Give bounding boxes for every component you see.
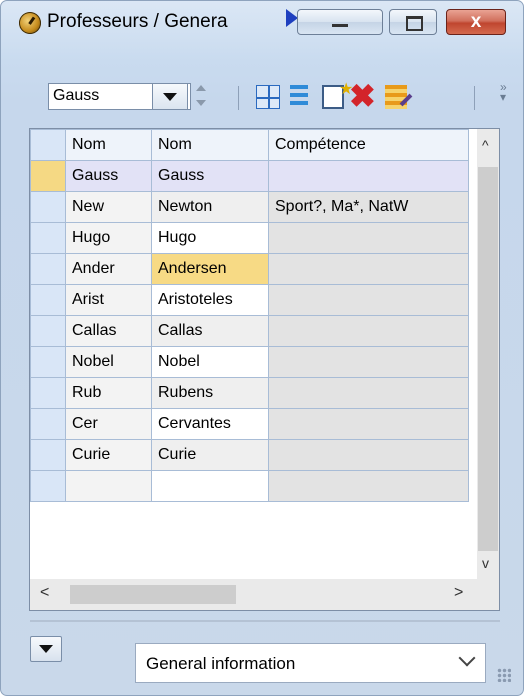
table-cell[interactable]: Nobel: [151, 346, 269, 378]
view-select[interactable]: General information: [135, 643, 486, 683]
spinner-icon[interactable]: [196, 83, 206, 111]
delete-icon[interactable]: ✖: [349, 78, 377, 114]
table-row[interactable]: Nobel Nobel: [30, 346, 469, 378]
close-icon: x: [470, 11, 482, 32]
row-header[interactable]: [30, 191, 66, 223]
table-cell[interactable]: Cer: [65, 408, 152, 440]
table-cell[interactable]: Aristoteles: [151, 284, 269, 316]
data-table: Nom Nom Compétence Gauss Gauss New Newton Sp…: [30, 129, 469, 502]
table-cell[interactable]: Sport?, Ma*, NatW: [268, 191, 469, 223]
table-cell[interactable]: Callas: [151, 315, 269, 347]
row-header[interactable]: [30, 346, 66, 378]
row-header[interactable]: [30, 470, 66, 502]
corner-cell[interactable]: [30, 129, 66, 161]
scroll-corner: [477, 579, 499, 610]
table-cell[interactable]: Nobel: [65, 346, 152, 378]
table-cell[interactable]: Curie: [151, 439, 269, 471]
row-header[interactable]: [30, 315, 66, 347]
spinner-down-icon[interactable]: [196, 100, 206, 106]
table-cell[interactable]: Rubens: [151, 377, 269, 409]
data-grid[interactable]: Nom Nom Compétence Gauss Gauss New Newton Sp…: [29, 128, 500, 611]
table-cell[interactable]: [268, 377, 469, 409]
row-header[interactable]: [30, 160, 66, 192]
table-cell[interactable]: Callas: [65, 315, 152, 347]
table-cell[interactable]: Ander: [65, 253, 152, 285]
spinner-up-icon[interactable]: [196, 85, 206, 91]
scroll-down-icon[interactable]: v: [482, 555, 489, 571]
list-icon[interactable]: [290, 85, 308, 109]
table-cell[interactable]: [268, 284, 469, 316]
table-cell[interactable]: Gauss: [65, 160, 152, 192]
table-cell[interactable]: [268, 470, 469, 502]
row-header[interactable]: [30, 377, 66, 409]
table-cell[interactable]: Hugo: [151, 222, 269, 254]
scroll-left-icon[interactable]: <: [40, 584, 49, 602]
vertical-scrollbar[interactable]: ^ v: [477, 129, 499, 579]
menu-dropdown-button[interactable]: [30, 636, 62, 662]
clock-icon: [19, 12, 41, 34]
row-header[interactable]: [30, 253, 66, 285]
table-cell[interactable]: [268, 253, 469, 285]
table-header-row: Nom Nom Compétence: [30, 129, 469, 161]
table-cell[interactable]: [268, 439, 469, 471]
edit-icon[interactable]: [385, 85, 407, 109]
row-header[interactable]: [30, 284, 66, 316]
table-cell[interactable]: [151, 470, 269, 502]
chevron-down-icon: [458, 649, 476, 667]
table-cell[interactable]: [268, 315, 469, 347]
table-row[interactable]: Callas Callas: [30, 315, 469, 347]
table-row[interactable]: Gauss Gauss: [30, 160, 469, 192]
table-cell[interactable]: [65, 470, 152, 502]
table-cell[interactable]: Gauss: [151, 160, 269, 192]
more-icon[interactable]: » ▾: [500, 81, 507, 103]
row-header[interactable]: [30, 439, 66, 471]
scroll-up-icon[interactable]: ^: [482, 137, 489, 153]
divider: [30, 620, 500, 622]
table-row[interactable]: [30, 470, 469, 502]
vertical-scroll-thumb[interactable]: [478, 167, 498, 551]
column-header[interactable]: Nom: [151, 129, 269, 161]
horizontal-scroll-thumb[interactable]: [70, 585, 236, 604]
table-row[interactable]: Arist Aristoteles: [30, 284, 469, 316]
horizontal-scrollbar[interactable]: < >: [30, 579, 477, 610]
view-select-value: General information: [146, 654, 296, 673]
combo-dropdown-button[interactable]: [152, 83, 188, 110]
table-cell[interactable]: Cervantes: [151, 408, 269, 440]
column-header[interactable]: Compétence: [268, 129, 469, 161]
table-row[interactable]: New Newton Sport?, Ma*, NatW: [30, 191, 469, 223]
close-button[interactable]: x: [446, 9, 506, 35]
table-row[interactable]: Rub Rubens: [30, 377, 469, 409]
table-cell[interactable]: [268, 222, 469, 254]
table-cell[interactable]: Rub: [65, 377, 152, 409]
table-cell[interactable]: Newton: [151, 191, 269, 223]
table-cell[interactable]: [268, 408, 469, 440]
title-bar[interactable]: Professeurs / Genera x: [1, 1, 523, 45]
resize-grip-icon[interactable]: [497, 668, 511, 682]
table-cell[interactable]: Arist: [65, 284, 152, 316]
table-row[interactable]: Curie Curie: [30, 439, 469, 471]
scroll-right-icon[interactable]: >: [454, 584, 463, 602]
row-header[interactable]: [30, 222, 66, 254]
row-header[interactable]: [30, 408, 66, 440]
table-cell[interactable]: Andersen: [151, 253, 269, 285]
table-row[interactable]: Hugo Hugo: [30, 222, 469, 254]
toolbar-separator: [238, 86, 239, 110]
table-cell[interactable]: Curie: [65, 439, 152, 471]
toolbar-separator: [474, 86, 475, 110]
window-title: Professeurs / Genera: [47, 11, 228, 32]
table-cell[interactable]: New: [65, 191, 152, 223]
maximize-button[interactable]: [389, 9, 437, 35]
record-combo-value: Gauss: [53, 87, 100, 104]
grid-icon[interactable]: [256, 85, 280, 109]
table-cell[interactable]: [268, 346, 469, 378]
table-row[interactable]: Ander Andersen: [30, 253, 469, 285]
minimize-button[interactable]: [297, 9, 383, 35]
table-cell[interactable]: [268, 160, 469, 192]
table-cell[interactable]: Hugo: [65, 222, 152, 254]
table-row[interactable]: Cer Cervantes: [30, 408, 469, 440]
column-header[interactable]: Nom: [65, 129, 152, 161]
